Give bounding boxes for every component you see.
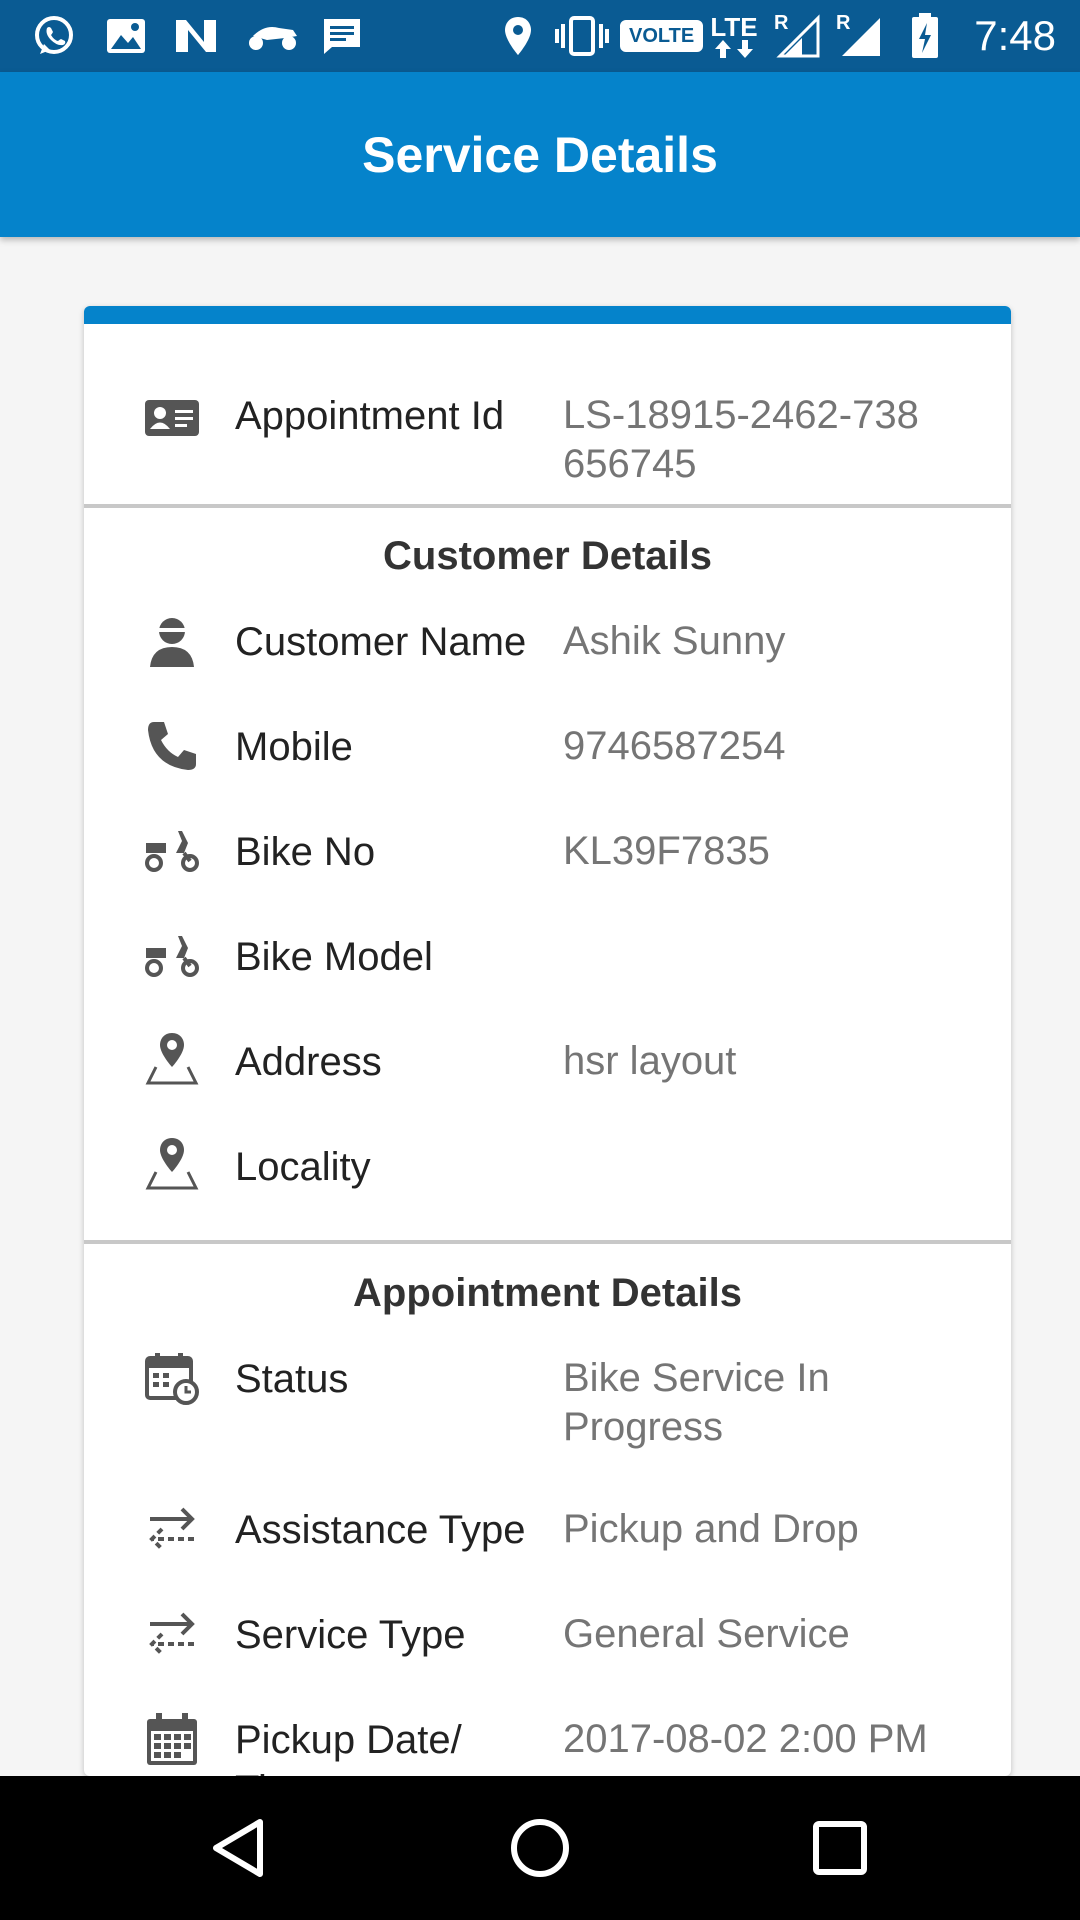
id-card-icon bbox=[144, 396, 200, 452]
bike-model-label: Bike Model bbox=[235, 935, 433, 979]
swap-arrows-icon bbox=[144, 1606, 200, 1662]
calendar-clock-icon bbox=[144, 1350, 200, 1406]
bike-no-value: KL39F7835 bbox=[563, 829, 770, 873]
calendar-icon bbox=[144, 1711, 200, 1767]
clock: 7:48 bbox=[974, 12, 1056, 59]
customer-name-label: Customer Name bbox=[235, 620, 527, 664]
location-icon bbox=[500, 14, 536, 58]
address-row: Address hsr layout bbox=[84, 1033, 1011, 1097]
scooter-icon bbox=[144, 930, 200, 986]
customer-name-value: Ashik Sunny bbox=[563, 619, 786, 663]
pickup-date-label: Pickup Date/ Time bbox=[235, 1718, 462, 1776]
home-button[interactable] bbox=[504, 1812, 576, 1884]
map-pin-icon bbox=[144, 1029, 200, 1085]
assistance-type-row: Assistance Type Pickup and Drop bbox=[84, 1505, 1011, 1565]
mobile-label: Mobile bbox=[235, 725, 353, 769]
service-type-label: Service Type bbox=[235, 1613, 466, 1657]
lte-icon: LTE bbox=[706, 14, 762, 58]
recents-button[interactable] bbox=[804, 1812, 876, 1884]
mobile-value: 9746587254 bbox=[563, 724, 786, 768]
bike-app-icon bbox=[244, 14, 300, 58]
divider bbox=[84, 504, 1011, 508]
navigation-bar bbox=[0, 1776, 1080, 1920]
card-accent-bar bbox=[84, 306, 1011, 324]
pickup-date-value: 2017-08-02 2:00 PM bbox=[563, 1717, 928, 1761]
service-type-row: Service Type General Service bbox=[84, 1610, 1011, 1670]
service-details-card: Appointment Id LS-18915-2462-738 656745 … bbox=[84, 306, 1011, 1776]
volte-badge: VOLTE bbox=[620, 14, 704, 58]
whatsapp-icon bbox=[30, 14, 78, 58]
map-pin-icon bbox=[144, 1134, 200, 1190]
vibrate-icon bbox=[552, 14, 612, 58]
bike-no-row: Bike No KL39F7835 bbox=[84, 827, 1011, 887]
battery-charging-icon bbox=[910, 13, 940, 58]
customer-details-heading: Customer Details bbox=[383, 534, 712, 578]
status-bar: VOLTE LTE R R 7:48 bbox=[0, 0, 1080, 72]
pickup-date-row: Pickup Date/ Time 2017-08-02 2:00 PM bbox=[84, 1713, 1011, 1776]
address-label: Address bbox=[235, 1040, 382, 1084]
locality-row: Locality bbox=[84, 1138, 1011, 1202]
appointment-details-heading: Appointment Details bbox=[353, 1271, 742, 1315]
gallery-icon bbox=[104, 14, 148, 58]
bike-model-row: Bike Model bbox=[84, 932, 1011, 992]
assistance-type-value: Pickup and Drop bbox=[563, 1507, 859, 1551]
signal-icon-2: R bbox=[834, 12, 884, 58]
phone-icon bbox=[144, 718, 200, 774]
person-icon bbox=[144, 613, 200, 669]
appointment-id-label: Appointment Id bbox=[235, 394, 505, 438]
assistance-type-label: Assistance Type bbox=[235, 1508, 526, 1552]
customer-name-row: Customer Name Ashik Sunny bbox=[84, 617, 1011, 677]
back-button[interactable] bbox=[204, 1812, 276, 1884]
appointment-id-value: LS-18915-2462-738 656745 bbox=[563, 393, 919, 486]
status-row: Status Bike Service In Progress bbox=[84, 1353, 1011, 1454]
divider bbox=[84, 1240, 1011, 1244]
locality-label: Locality bbox=[235, 1145, 371, 1189]
appointment-id-row: Appointment Id LS-18915-2462-738 656745 bbox=[84, 391, 1011, 501]
signal-icon-1: R bbox=[772, 12, 822, 58]
status-value: Bike Service In Progress bbox=[563, 1356, 830, 1449]
scooter-icon bbox=[144, 825, 200, 881]
bike-no-label: Bike No bbox=[235, 830, 376, 874]
mobile-row: Mobile 9746587254 bbox=[84, 722, 1011, 782]
app-bar: Service Details bbox=[0, 72, 1080, 237]
status-label: Status bbox=[235, 1357, 349, 1401]
address-value: hsr layout bbox=[563, 1039, 737, 1083]
page-title: Service Details bbox=[362, 126, 718, 183]
message-icon bbox=[320, 14, 364, 58]
swap-arrows-icon bbox=[144, 1501, 200, 1557]
service-type-value: General Service bbox=[563, 1612, 850, 1656]
n-app-icon bbox=[172, 14, 220, 58]
